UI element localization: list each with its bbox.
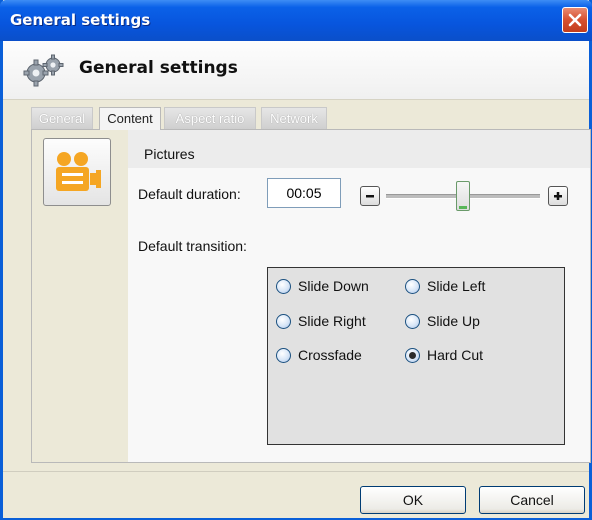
radio-button-selected[interactable] [405,348,420,363]
radio-label: Slide Down [298,278,369,294]
header-title: General settings [79,58,238,78]
pictures-category-button[interactable] [43,138,111,206]
section-header: Pictures [128,130,590,168]
radio-button[interactable] [405,314,420,329]
title-bar[interactable]: General settings [0,0,592,41]
section-title: Pictures [144,146,195,162]
ok-button[interactable]: OK [360,486,466,514]
dialog-footer: OK Cancel [3,471,589,518]
radio-button[interactable] [276,314,291,329]
radio-label: Hard Cut [427,347,484,363]
settings-window: General settings General settings Genera… [0,0,592,520]
radio-button[interactable] [405,279,420,294]
radio-button[interactable] [276,279,291,294]
default-duration-label: Default duration: [138,186,241,202]
dialog-header: General settings [3,41,589,100]
minus-icon [366,195,374,198]
tab-network[interactable]: Network [261,107,327,129]
video-camera-icon [56,152,101,191]
plus-icon [554,192,562,200]
increase-duration-button[interactable] [548,186,568,206]
decrease-duration-button[interactable] [360,186,380,206]
radio-label: Slide Left [427,278,486,294]
close-icon [568,13,582,27]
tab-general[interactable]: General [31,107,93,129]
tab-aspect-ratio[interactable]: Aspect ratio [164,107,256,129]
cancel-button[interactable]: Cancel [479,486,585,514]
default-transition-label: Default transition: [138,238,247,254]
window-title: General settings [10,11,151,29]
radio-label: Crossfade [298,347,362,363]
radio-button[interactable] [276,348,291,363]
category-column [32,130,128,462]
tab-content[interactable]: Content [99,107,161,130]
transition-options-box: Slide Down Slide Left Slide Right Slide … [267,267,565,445]
duration-input[interactable] [267,178,341,208]
close-button[interactable] [562,7,588,33]
duration-slider-thumb[interactable] [456,181,470,211]
gear-icon [23,54,64,87]
radio-label: Slide Up [427,313,480,329]
radio-label: Slide Right [298,313,366,329]
